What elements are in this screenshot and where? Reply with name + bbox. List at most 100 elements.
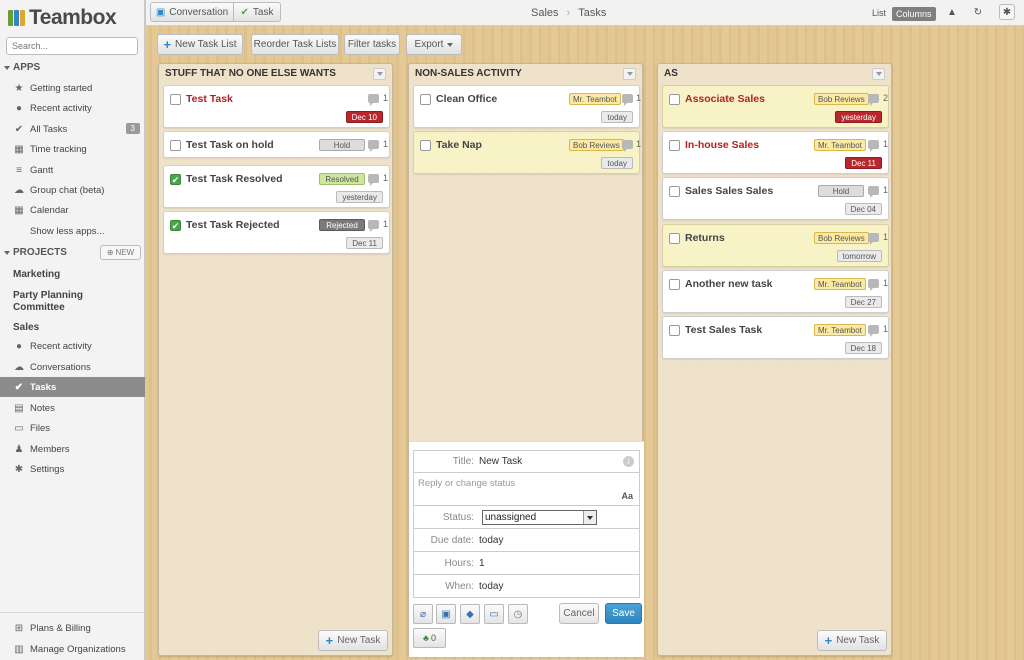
breadcrumb-sales[interactable]: Sales <box>531 7 559 19</box>
export-dropdown[interactable]: Export <box>406 34 462 55</box>
view-columns-button[interactable]: Columns <box>892 7 936 21</box>
breadcrumb: Sales › Tasks <box>531 7 606 19</box>
hours-input[interactable]: 1 <box>479 558 485 569</box>
task-list-menu[interactable] <box>872 68 885 80</box>
sidebar-item-tasks[interactable]: ✔ Tasks <box>0 377 145 397</box>
show-less-apps-link[interactable]: Show less apps... <box>0 221 145 241</box>
task-card[interactable]: Sales Sales Sales Hold 1 Dec 04 <box>662 177 889 220</box>
task-checkbox[interactable] <box>669 94 680 105</box>
task-checkbox[interactable] <box>420 94 431 105</box>
sidebar-item-settings[interactable]: ✱ Settings <box>0 459 145 479</box>
sidebar-item-conversations[interactable]: ☁ Conversations <box>0 357 145 377</box>
task-title[interactable]: Test Sales Task <box>685 324 762 336</box>
due-date-input[interactable]: today <box>479 535 503 546</box>
task-checkbox[interactable] <box>170 140 181 151</box>
attach-icon[interactable]: ⌀ <box>413 604 433 624</box>
new-task-button[interactable]: + New Task <box>817 630 887 651</box>
reply-textarea[interactable]: Reply or change status <box>418 478 515 489</box>
task-list-title[interactable]: NON-SALES ACTIVITY <box>415 68 522 79</box>
task-checkbox-checked[interactable]: ✔ <box>170 174 181 185</box>
task-checkbox[interactable] <box>170 94 181 105</box>
new-task-list-button[interactable]: + New Task List <box>157 34 243 55</box>
task-checkbox[interactable] <box>669 233 680 244</box>
sidebar-item-notes[interactable]: ▤ Notes <box>0 398 145 418</box>
task-card[interactable]: ✔ Test Task Resolved Resolved 1 yesterda… <box>163 165 390 208</box>
teambox-logo[interactable]: Teambox <box>8 6 117 30</box>
task-checkbox-checked[interactable]: ✔ <box>170 220 181 231</box>
task-card[interactable]: Test Task on hold Hold 1 <box>163 131 390 158</box>
task-list-menu[interactable] <box>623 68 636 80</box>
task-checkbox[interactable] <box>420 140 431 151</box>
new-task-button[interactable]: + New Task <box>318 630 388 651</box>
task-list-title[interactable]: STUFF THAT NO ONE ELSE WANTS <box>165 68 336 79</box>
task-checkbox[interactable] <box>669 325 680 336</box>
sidebar-item-time-tracking[interactable]: ▦ Time tracking <box>0 139 145 159</box>
task-title[interactable]: Sales Sales Sales <box>685 185 773 197</box>
task-card[interactable]: Test Sales Task Mr. Teambot 1 Dec 18 <box>662 316 889 359</box>
task-list-title[interactable]: AS <box>664 68 678 79</box>
status-select[interactable]: unassigned <box>482 510 597 525</box>
project-party-planning[interactable]: Party Planning Committee <box>13 290 113 314</box>
task-title[interactable]: In-house Sales <box>685 139 759 151</box>
info-icon[interactable]: i <box>623 456 634 467</box>
filter-tasks-button[interactable]: Filter tasks <box>344 34 400 55</box>
task-card[interactable]: Associate Sales Bob Reviews 2 yesterday <box>662 85 889 128</box>
task-card[interactable]: Take Nap Bob Reviews 1 today <box>413 131 641 174</box>
task-title[interactable]: Take Nap <box>436 139 482 151</box>
box-icon[interactable]: ▭ <box>484 604 504 624</box>
sidebar-item-manage-organizations[interactable]: ▥ Manage Organizations <box>0 639 145 659</box>
apps-section-header[interactable]: APPS <box>4 62 40 73</box>
task-title[interactable]: Another new task <box>685 278 773 290</box>
project-marketing[interactable]: Marketing <box>13 269 60 281</box>
search-input[interactable] <box>6 37 138 55</box>
new-project-button[interactable]: ⊕ NEW <box>100 245 141 260</box>
sidebar-item-members[interactable]: ♟ Members <box>0 439 145 459</box>
reorder-task-lists-button[interactable]: Reorder Task Lists <box>251 34 339 55</box>
new-conversation-button[interactable]: ▣ Conversation <box>150 2 234 22</box>
new-task-top-button[interactable]: ✔ Task <box>233 2 281 22</box>
sidebar-item-gantt[interactable]: ≡ Gantt <box>0 160 145 180</box>
task-card[interactable]: Test Task 1 Dec 10 <box>163 85 390 128</box>
gear-icon[interactable]: ✱ <box>999 4 1015 20</box>
sidebar-item-recent-activity[interactable]: ● Recent activity <box>0 98 145 118</box>
sidebar-item-group-chat[interactable]: ☁ Group chat (beta) <box>0 180 145 200</box>
task-card[interactable]: Another new task Mr. Teambot 1 Dec 27 <box>662 270 889 313</box>
view-list-link[interactable]: List <box>872 8 886 18</box>
sidebar-item-all-tasks[interactable]: ✔ All Tasks 3 <box>0 119 145 139</box>
save-button[interactable]: Save <box>605 603 642 624</box>
task-list-menu[interactable] <box>373 68 386 80</box>
task-checkbox[interactable] <box>669 279 680 290</box>
title-input[interactable]: New Task <box>479 456 522 467</box>
task-card[interactable]: In-house Sales Mr. Teambot 1 Dec 11 <box>662 131 889 174</box>
cancel-button[interactable]: Cancel <box>559 603 599 624</box>
sidebar-item-plans-billing[interactable]: ⊞ Plans & Billing <box>0 618 145 638</box>
task-title[interactable]: Returns <box>685 232 725 244</box>
clock-icon[interactable]: ◷ <box>508 604 528 624</box>
task-card[interactable]: ✔ Test Task Rejected Rejected 1 Dec 11 <box>163 211 390 254</box>
refresh-icon[interactable]: ↻ <box>970 4 986 20</box>
bell-icon[interactable]: ▲ <box>944 4 960 20</box>
task-checkbox[interactable] <box>669 140 680 151</box>
task-card[interactable]: Returns Bob Reviews 1 tomorrow <box>662 224 889 267</box>
dropbox-icon[interactable]: ◆ <box>460 604 480 624</box>
sidebar-item-project-recent-activity[interactable]: ● Recent activity <box>0 336 145 356</box>
task-checkbox[interactable] <box>669 186 680 197</box>
task-title[interactable]: Test Task on hold <box>186 139 274 151</box>
projects-section-header[interactable]: PROJECTS <box>4 247 67 258</box>
font-toggle-icon[interactable]: Aa <box>621 491 633 501</box>
task-title[interactable]: Test Task <box>186 93 233 105</box>
task-title[interactable]: Test Task Resolved <box>186 173 282 185</box>
when-input[interactable]: today <box>479 581 503 592</box>
note-icon: ▤ <box>14 402 24 414</box>
reply-row[interactable]: Reply or change status Aa <box>413 473 640 506</box>
task-card[interactable]: Clean Office Mr. Teambot 1 today <box>413 85 641 128</box>
task-title[interactable]: Test Task Rejected <box>186 219 280 231</box>
sidebar-item-files[interactable]: ▭ Files <box>0 418 145 438</box>
sidebar-item-calendar[interactable]: ▦ Calendar <box>0 200 145 220</box>
task-title[interactable]: Clean Office <box>436 93 497 105</box>
project-sales[interactable]: Sales <box>13 322 39 334</box>
task-title[interactable]: Associate Sales <box>685 93 765 105</box>
sidebar-item-getting-started[interactable]: ★ Getting started <box>0 78 145 98</box>
watchers-button[interactable]: ♣ 0 <box>413 628 446 648</box>
google-docs-icon[interactable]: ▣ <box>436 604 456 624</box>
